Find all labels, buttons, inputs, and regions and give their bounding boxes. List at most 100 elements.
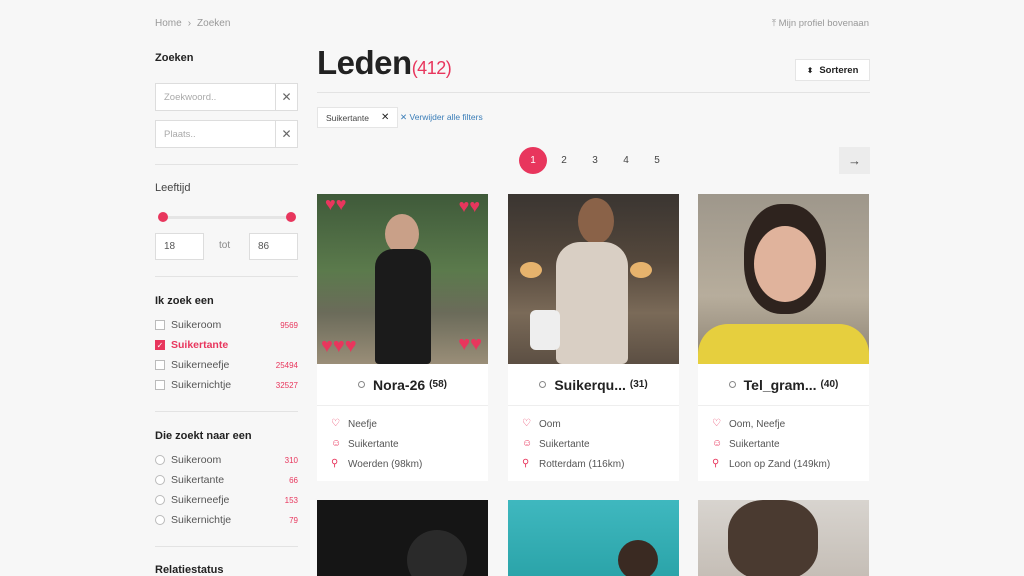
member-name-row[interactable]: Tel_gram... (40) bbox=[698, 364, 869, 406]
member-location: Woerden (98km) bbox=[348, 458, 423, 470]
sort-icon: ⬍ bbox=[806, 65, 814, 75]
clear-place-icon[interactable]: ✕ bbox=[275, 121, 297, 147]
member-type: Suikertante bbox=[729, 438, 780, 450]
member-looking: Neefje bbox=[348, 418, 377, 430]
seeking-title: Die zoekt naar een bbox=[155, 430, 252, 442]
member-age: (58) bbox=[429, 379, 447, 390]
page-3[interactable]: 3 bbox=[581, 147, 609, 174]
page-title-text: Leden bbox=[317, 44, 412, 81]
status-dot-icon bbox=[728, 381, 736, 388]
option-label: Suikerneefje bbox=[171, 359, 230, 371]
location-pin-icon: ⚲ bbox=[522, 458, 530, 469]
member-location: Rotterdam (116km) bbox=[539, 458, 625, 470]
option-count: 310 bbox=[284, 455, 298, 465]
sort-label: Sorteren bbox=[819, 64, 859, 76]
option-label: Suikernichtje bbox=[171, 514, 232, 526]
member-card[interactable]: Suikerqu... (31) ♡ Oom ☺ Suikertante ⚲ Rotte… bbox=[508, 194, 679, 481]
member-photo[interactable]: ♥♥ ♥♥ ♥♥♥ ♥♥ bbox=[317, 194, 488, 364]
member-name: Suikerqu... bbox=[554, 376, 626, 393]
remove-filter-icon[interactable]: ✕ bbox=[381, 112, 389, 123]
clear-keyword-icon[interactable]: ✕ bbox=[275, 84, 297, 110]
member-name-row[interactable]: Nora-26 (58) bbox=[317, 364, 488, 406]
breadcrumb: Home › Zoeken bbox=[155, 18, 230, 29]
breadcrumb-home[interactable]: Home bbox=[155, 18, 182, 29]
heart-icon: ♡ bbox=[522, 418, 531, 429]
checkbox-icon bbox=[155, 320, 165, 330]
member-type: Suikertante bbox=[539, 438, 590, 450]
keyword-placeholder: Zoekwoord.. bbox=[164, 91, 217, 103]
page-title: Leden(412) bbox=[317, 44, 452, 82]
looking-option-suikeroom[interactable]: Suikeroom 9569 bbox=[155, 315, 298, 335]
member-count: (412) bbox=[411, 58, 452, 78]
option-label: Suikerneefje bbox=[171, 494, 230, 506]
member-looking: Oom, Neefje bbox=[729, 418, 786, 430]
option-count: 32527 bbox=[275, 380, 298, 390]
member-info: ♡ Neefje ☺ Suikertante ⚲ Woerden (98km) bbox=[317, 406, 488, 474]
divider bbox=[155, 411, 298, 412]
location-pin-icon: ⚲ bbox=[712, 458, 720, 469]
looking-option-suikerneefje[interactable]: Suikerneefje 25494 bbox=[155, 355, 298, 375]
age-min-handle[interactable] bbox=[158, 212, 168, 222]
heart-icon: ♡ bbox=[712, 418, 721, 429]
option-label: Suikertante bbox=[171, 474, 225, 486]
member-age: (31) bbox=[629, 379, 648, 390]
option-count: 25494 bbox=[275, 360, 298, 370]
member-card-photo[interactable] bbox=[508, 500, 679, 576]
looking-option-suikertante[interactable]: ✓ Suikertante bbox=[155, 335, 298, 355]
clear-filters-link[interactable]: ✕ Verwijder alle filters bbox=[400, 112, 483, 123]
member-card-photo[interactable] bbox=[698, 500, 869, 576]
status-dot-icon bbox=[539, 381, 547, 388]
option-count: 153 bbox=[284, 495, 298, 505]
radio-icon bbox=[155, 455, 165, 465]
age-to-label: tot bbox=[219, 240, 231, 251]
pagination: 1 2 3 4 5 bbox=[519, 147, 674, 174]
member-card[interactable]: ♥♥ ♥♥ ♥♥♥ ♥♥ Nora-26 (58) ♡ Neefje ☺ Suiker… bbox=[317, 194, 488, 481]
age-min-input[interactable]: 18 bbox=[155, 233, 204, 260]
my-profile-top-link[interactable]: ⤒ Mijn profiel bovenaan bbox=[772, 18, 869, 29]
page-4[interactable]: 4 bbox=[612, 147, 640, 174]
arrow-right-icon: → bbox=[848, 153, 861, 168]
divider bbox=[155, 276, 298, 277]
filter-chip-label: Suikertante bbox=[326, 112, 369, 123]
relation-status-title: Relatiestatus bbox=[155, 564, 224, 576]
radio-icon bbox=[155, 515, 165, 525]
user-icon: ☺ bbox=[712, 438, 723, 449]
seeking-options: Suikeroom 310 Suikertante 66 Suikerneefje 1… bbox=[155, 450, 298, 530]
age-max-handle[interactable] bbox=[286, 212, 296, 222]
option-count: 9569 bbox=[280, 320, 298, 330]
filter-chip[interactable]: Suikertante ✕ bbox=[317, 107, 399, 128]
page-2[interactable]: 2 bbox=[550, 147, 578, 174]
location-pin-icon: ⚲ bbox=[331, 458, 339, 469]
member-type: Suikertante bbox=[348, 438, 399, 450]
seeking-option-suikernichtje[interactable]: Suikernichtje 79 bbox=[155, 510, 298, 530]
seeking-option-suikerneefje[interactable]: Suikerneefje 153 bbox=[155, 490, 298, 510]
keyword-field[interactable]: Zoekwoord.. ✕ bbox=[155, 83, 298, 111]
member-card[interactable]: Tel_gram... (40) ♡ Oom, Neefje ☺ Suikertant… bbox=[698, 194, 869, 481]
breadcrumb-current: Zoeken bbox=[197, 18, 231, 29]
place-placeholder: Plaats.. bbox=[164, 128, 196, 140]
looking-for-options: Suikeroom 9569 ✓ Suikertante Suikerneefje 2… bbox=[155, 315, 298, 395]
looking-for-title: Ik zoek een bbox=[155, 295, 214, 307]
member-photo[interactable] bbox=[698, 194, 869, 364]
member-name-row[interactable]: Suikerqu... (31) bbox=[508, 364, 679, 406]
member-name: Tel_gram... bbox=[743, 376, 817, 393]
sort-button[interactable]: ⬍ Sorteren bbox=[795, 59, 870, 81]
option-count: 79 bbox=[289, 515, 298, 525]
heart-icon: ♡ bbox=[331, 418, 340, 429]
age-slider-track[interactable] bbox=[162, 216, 292, 219]
page-1[interactable]: 1 bbox=[519, 147, 547, 174]
page-5[interactable]: 5 bbox=[643, 147, 671, 174]
search-section-title: Zoeken bbox=[155, 52, 194, 64]
next-page-button[interactable]: → bbox=[839, 147, 870, 174]
age-max-input[interactable]: 86 bbox=[249, 233, 298, 260]
place-field[interactable]: Plaats.. ✕ bbox=[155, 120, 298, 148]
radio-icon bbox=[155, 495, 165, 505]
clear-icon: ✕ bbox=[400, 112, 408, 122]
seeking-option-suikeroom[interactable]: Suikeroom 310 bbox=[155, 450, 298, 470]
looking-option-suikernichtje[interactable]: Suikernichtje 32527 bbox=[155, 375, 298, 395]
member-photo[interactable] bbox=[508, 194, 679, 364]
seeking-option-suikertante[interactable]: Suikertante 66 bbox=[155, 470, 298, 490]
option-count: 66 bbox=[289, 475, 298, 485]
checkbox-checked-icon: ✓ bbox=[155, 340, 165, 350]
member-card-photo[interactable] bbox=[317, 500, 488, 576]
